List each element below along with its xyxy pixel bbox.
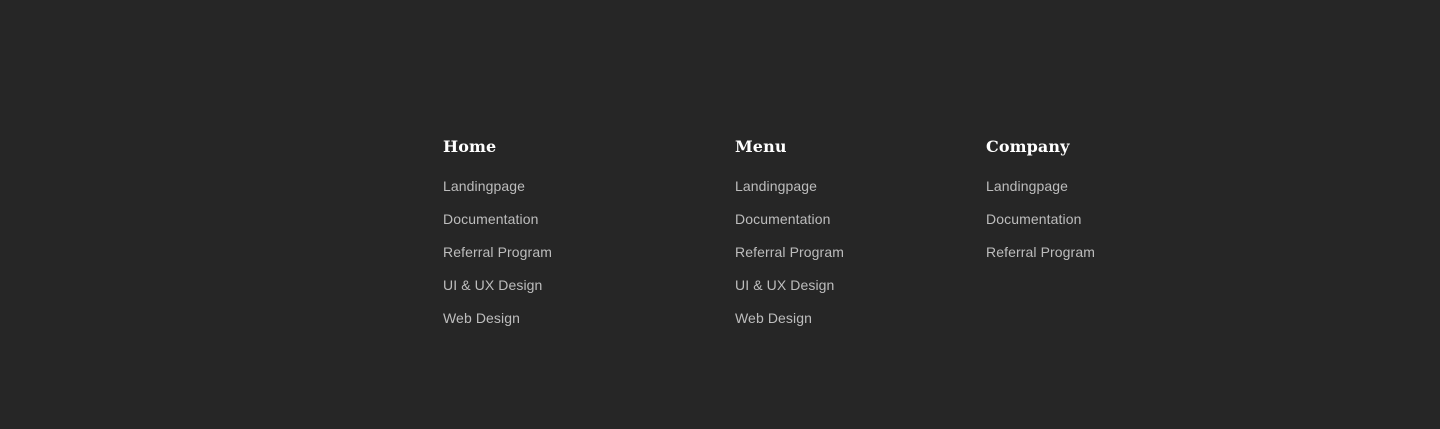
footer-link-item: Referral Program xyxy=(735,243,844,276)
footer-link-item: Landingpage xyxy=(986,177,1095,210)
footer-column-home: Home Landingpage Documentation Referral … xyxy=(443,136,552,342)
footer-link-item: Referral Program xyxy=(443,243,552,276)
footer-link-item: Documentation xyxy=(443,210,552,243)
footer-column-title: Company xyxy=(986,137,1070,156)
footer-link-item: UI & UX Design xyxy=(443,276,552,309)
footer-link-landingpage[interactable]: Landingpage xyxy=(443,178,525,194)
footer-link-item: Documentation xyxy=(735,210,844,243)
footer-link-list: Landingpage Documentation Referral Progr… xyxy=(986,177,1095,276)
footer-link-item: Web Design xyxy=(735,309,844,342)
footer-link-referral-program[interactable]: Referral Program xyxy=(443,244,552,260)
footer-column-company: Company Landingpage Documentation Referr… xyxy=(986,136,1095,276)
footer-link-item: Landingpage xyxy=(443,177,552,210)
footer-column-menu: Menu Landingpage Documentation Referral … xyxy=(735,136,844,342)
footer-link-item: Referral Program xyxy=(986,243,1095,276)
footer-link-item: UI & UX Design xyxy=(735,276,844,309)
footer-link-ui-ux-design[interactable]: UI & UX Design xyxy=(735,277,834,293)
footer-link-web-design[interactable]: Web Design xyxy=(735,310,812,326)
footer-link-landingpage[interactable]: Landingpage xyxy=(735,178,817,194)
footer-link-landingpage[interactable]: Landingpage xyxy=(986,178,1068,194)
footer-link-item: Documentation xyxy=(986,210,1095,243)
footer: Home Landingpage Documentation Referral … xyxy=(0,0,1440,429)
footer-link-list: Landingpage Documentation Referral Progr… xyxy=(443,177,552,342)
footer-link-documentation[interactable]: Documentation xyxy=(986,211,1081,227)
footer-link-ui-ux-design[interactable]: UI & UX Design xyxy=(443,277,542,293)
footer-column-title: Menu xyxy=(735,137,787,156)
footer-link-list: Landingpage Documentation Referral Progr… xyxy=(735,177,844,342)
footer-link-item: Web Design xyxy=(443,309,552,342)
footer-link-item: Landingpage xyxy=(735,177,844,210)
footer-link-documentation[interactable]: Documentation xyxy=(735,211,830,227)
footer-link-referral-program[interactable]: Referral Program xyxy=(735,244,844,260)
footer-link-referral-program[interactable]: Referral Program xyxy=(986,244,1095,260)
footer-column-title: Home xyxy=(443,137,497,156)
footer-link-web-design[interactable]: Web Design xyxy=(443,310,520,326)
footer-link-documentation[interactable]: Documentation xyxy=(443,211,538,227)
